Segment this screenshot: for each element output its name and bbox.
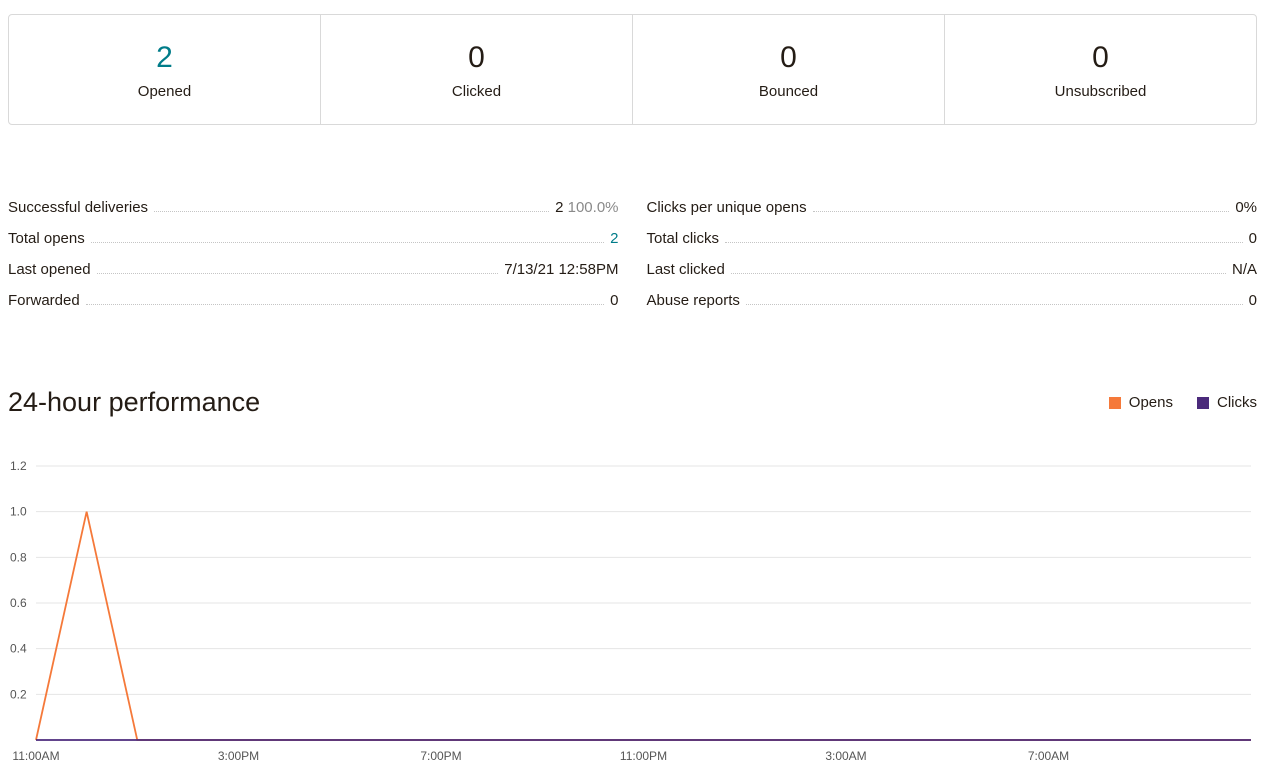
performance-header: 24-hour performance Opens Clicks [8,387,1257,418]
legend-clicks-label: Clicks [1217,394,1257,411]
svg-text:11:00AM: 11:00AM [12,749,59,763]
metric-dots [86,304,604,305]
stat-bounced[interactable]: 0 Bounced [633,15,945,124]
svg-text:0.4: 0.4 [10,642,27,656]
legend-clicks[interactable]: Clicks [1197,394,1257,411]
metric-label: Last clicked [647,261,725,278]
stat-clicked-label: Clicked [331,83,622,100]
svg-text:0.2: 0.2 [10,687,27,701]
metric-value[interactable]: 2 [610,230,618,247]
metric-label: Clicks per unique opens [647,199,807,216]
metric-row: Abuse reports 0 [647,286,1258,317]
metrics-grid: Successful deliveries 2 100.0% Total opens… [8,193,1257,317]
metric-value: 2 100.0% [555,199,618,216]
stat-unsubscribed[interactable]: 0 Unsubscribed [945,15,1256,124]
stat-bounced-label: Bounced [643,83,934,100]
metric-dots [154,211,549,212]
chart-legend: Opens Clicks [1109,394,1257,411]
metric-row: Last clicked N/A [647,255,1258,286]
metric-label: Forwarded [8,292,80,309]
stat-bounced-value: 0 [643,43,934,73]
stat-clicked[interactable]: 0 Clicked [321,15,633,124]
metric-dots [746,304,1243,305]
metric-row: Last opened 7/13/21 12:58PM [8,255,619,286]
stat-unsubscribed-label: Unsubscribed [955,83,1246,100]
legend-opens-label: Opens [1129,394,1173,411]
metric-value: 0 [1249,292,1257,309]
opens-swatch-icon [1109,397,1121,409]
svg-text:7:00PM: 7:00PM [420,749,461,763]
metrics-right: Clicks per unique opens 0% Total clicks 0 La… [647,193,1258,317]
svg-text:1.0: 1.0 [10,505,27,519]
metric-value: 0 [1249,230,1257,247]
svg-text:0.6: 0.6 [10,596,27,610]
metric-row: Total clicks 0 [647,224,1258,255]
metric-dots [91,242,604,243]
svg-text:7:00AM: 7:00AM [1028,749,1069,763]
svg-text:3:00PM: 3:00PM [218,749,259,763]
summary-stats: 2 Opened 0 Clicked 0 Bounced 0 Unsubscri… [8,14,1257,125]
performance-title: 24-hour performance [8,387,260,418]
metric-row: Forwarded 0 [8,286,619,317]
metric-value: 0% [1235,199,1257,216]
metric-dots [813,211,1230,212]
metric-dots [725,242,1243,243]
performance-section: 24-hour performance Opens Clicks 0.20.40… [8,387,1257,768]
metric-row: Successful deliveries 2 100.0% [8,193,619,224]
stat-opened[interactable]: 2 Opened [9,15,321,124]
metric-label: Total clicks [647,230,720,247]
metric-dots [731,273,1226,274]
metric-label: Successful deliveries [8,199,148,216]
metric-label: Abuse reports [647,292,740,309]
chart-svg: 0.2 0.4 0.6 0.8 1.0 1.2 11:00AM 3:00PM 7:00PM 11:… [8,458,1257,768]
metric-label: Last opened [8,261,91,278]
clicks-swatch-icon [1197,397,1209,409]
stat-unsubscribed-value: 0 [955,43,1246,73]
metric-dots [97,273,499,274]
metric-value: N/A [1232,261,1257,278]
metric-value: 7/13/21 12:58PM [504,261,618,278]
metric-row: Total opens 2 [8,224,619,255]
svg-text:1.2: 1.2 [10,459,27,473]
metric-row: Clicks per unique opens 0% [647,193,1258,224]
svg-text:11:00PM: 11:00PM [620,749,667,763]
svg-text:3:00AM: 3:00AM [825,749,866,763]
stat-opened-label: Opened [19,83,310,100]
legend-opens[interactable]: Opens [1109,394,1173,411]
metric-value: 0 [610,292,618,309]
svg-text:0.8: 0.8 [10,550,27,564]
stat-clicked-value: 0 [331,43,622,73]
stat-opened-value: 2 [19,43,310,73]
metrics-left: Successful deliveries 2 100.0% Total opens… [8,193,619,317]
metric-label: Total opens [8,230,85,247]
performance-chart: 0.2 0.4 0.6 0.8 1.0 1.2 11:00AM 3:00PM 7:00PM 11:… [8,458,1257,768]
